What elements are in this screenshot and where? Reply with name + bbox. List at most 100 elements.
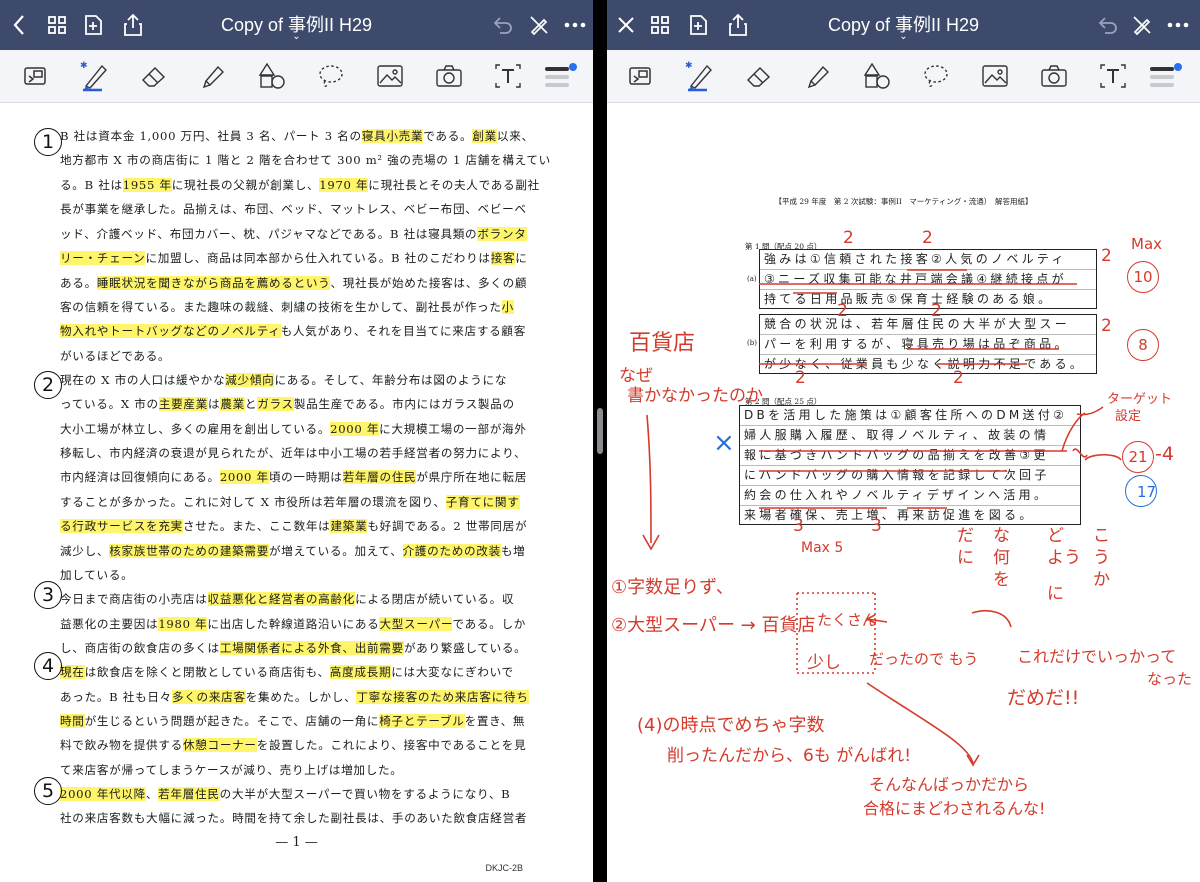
text-run: 客の信頼を得ている。また趣味の裁縫、刺繍の技術を生かして、副社長が作った	[60, 300, 502, 314]
lasso-icon[interactable]	[315, 60, 347, 92]
note-jikan: (4)の時点でめちゃ字数	[637, 715, 825, 736]
document-code: DKJC-2B	[485, 863, 523, 873]
highlighted-text: 農業	[220, 397, 245, 411]
document-page[interactable]: B 社は資本金 1,000 万円、社員 3 名、パート 3 名の寝具小売業である…	[0, 103, 593, 882]
paragraph-marker-1: 1	[34, 128, 62, 156]
note-dattanode: だったので もう	[869, 650, 979, 668]
image-icon[interactable]	[374, 60, 406, 92]
text-run: に出店した幹線道路沿いにある	[207, 617, 380, 631]
answer-line: ③ニーズ収集可能な井戸端会議④継続接点が	[760, 270, 1096, 290]
highlighted-text: 丁寧な接客のため来店客に待ち	[356, 690, 529, 704]
note-natta: なった	[1147, 670, 1193, 688]
note-char: か	[1093, 570, 1110, 590]
answer-line: 強みは①信頼された接客②人気のノベルティ	[760, 250, 1096, 270]
text-box-icon[interactable]	[1097, 60, 1129, 92]
undo-icon[interactable]	[1093, 10, 1123, 40]
highlighted-text: 2000 年	[219, 470, 269, 484]
svg-text:✱: ✱	[80, 61, 88, 71]
text-line: B 社は資本金 1,000 万円、社員 3 名、パート 3 名の寝具小売業である…	[60, 128, 534, 144]
text-run: 今日まで商店街の小売店は	[60, 592, 208, 606]
annotation-toolbar: ✱	[607, 50, 1200, 103]
text-line: る行政サービスを充実させた。また、ここ数年は建築業も好調である。2 世帯同居が	[60, 518, 527, 534]
highlighted-text: 高度成長期	[329, 665, 392, 679]
highlighted-text: 1970 年	[319, 178, 369, 192]
text-run: に現社長とその夫人である副社	[368, 178, 540, 192]
read-mode-icon[interactable]	[20, 60, 52, 92]
answer-line: パーを利用するが、寝具売り場は品ぞ商品。	[760, 335, 1096, 355]
text-run: にある。そして、年齢分布は図のようにな	[274, 373, 508, 387]
note-char: よう	[1047, 548, 1081, 568]
lasso-icon[interactable]	[920, 60, 952, 92]
q1b-answer-grid: 競合の状況は、若年層住民の大半が大型スー パーを利用するが、寝具売り場は品ぞ商品…	[759, 314, 1097, 374]
more-options-icon[interactable]	[560, 10, 590, 40]
highlighter-icon[interactable]	[802, 60, 834, 92]
paragraph-marker-3: 3	[34, 581, 62, 609]
text-run: 社の来店客数も大幅に減った。時間を持て余した副社長は、手のあいた飲食店経営者	[60, 811, 528, 825]
pen-tool-icon[interactable]: ✱	[684, 60, 716, 92]
highlighted-text: 子育てに関す	[445, 495, 520, 509]
note-minus-4: -4	[1155, 443, 1174, 465]
note-department-store: 百貨店	[629, 331, 696, 356]
left-document-pane[interactable]: Copy of 事例II H29 ⌄ ✱ B 社は資本金 1,000 万円、社員…	[0, 0, 593, 882]
q1b-label: (b)	[747, 339, 757, 347]
pen-disable-icon[interactable]	[524, 10, 554, 40]
text-line: 大小工場が林立し、多くの雇用を創出している。2000 年に大規模工場の一部が海外	[60, 421, 527, 437]
text-line: ッド、介護ベッド、布団カバー、枕、パジャマなどである。B 社は寝具類のボランタ	[60, 226, 527, 242]
top-nav-bar: Copy of 事例II H29 ⌄	[607, 0, 1200, 50]
highlighted-text: 椅子とテーブル	[379, 714, 465, 728]
text-run: が増えている。加えて、	[269, 544, 403, 558]
highlighted-text: 1955 年	[122, 178, 172, 192]
answer-line: 婦人服購入履歴、取得ノベルティ、故装の情	[740, 426, 1080, 446]
note-why-not-written: 書かなかったのか	[627, 386, 763, 406]
pen-tool-icon[interactable]: ✱	[79, 60, 111, 92]
text-run: である。しか	[452, 617, 527, 631]
pen-settings-icon[interactable]	[540, 60, 580, 92]
shapes-icon[interactable]	[861, 60, 893, 92]
text-run: の大半が大型スーパーで買い物をするようになり、B	[219, 787, 511, 801]
text-box-icon[interactable]	[492, 60, 524, 92]
more-options-icon[interactable]	[1163, 10, 1193, 40]
eraser-icon[interactable]	[138, 60, 170, 92]
paragraph-marker-5: 5	[34, 777, 62, 805]
max-note: Max	[1131, 235, 1163, 253]
eraser-icon[interactable]	[743, 60, 775, 92]
highlighted-text: 建築業	[330, 519, 368, 533]
split-view-handle[interactable]	[597, 408, 603, 454]
text-line: 移転し、市内経済の衰退が見られたが、近年は中小工場の若手経営者の努力により、	[60, 445, 526, 461]
paragraph-marker-4: 4	[34, 652, 62, 680]
right-document-pane[interactable]: Copy of 事例II H29 ⌄ ✱ 【平成 29 年度 第 2 次試験：事…	[607, 0, 1200, 882]
shapes-icon[interactable]	[256, 60, 288, 92]
answer-line: DBを活用した施策は①顧客住所へのDM送付②	[740, 406, 1080, 426]
camera-icon[interactable]	[1038, 60, 1070, 92]
text-run: 地方都市 X 市の商店街に 1 階と 2 階を合わせて 300 m² 強の売場の…	[60, 153, 551, 167]
text-run: も増	[500, 544, 526, 558]
text-line: 時間が生じるという問題が起きた。そこで、店舗の一角に椅子とテーブルを置き、無	[60, 713, 525, 729]
answer-sheet-page[interactable]: 【平成 29 年度 第 2 次試験：事例II マーケティング・流通） 解答用紙】…	[607, 103, 1200, 882]
max-5-note: Max 5	[801, 540, 844, 556]
note-kezutta: 削ったんだから、6も がんばれ!	[667, 746, 912, 766]
answer-line: 来場者確保、売上増、再来訪促進を図る。	[744, 508, 1035, 522]
read-mode-icon[interactable]	[625, 60, 657, 92]
pen-disable-icon[interactable]	[1127, 10, 1157, 40]
text-run: がいるほどである。	[60, 349, 171, 363]
pen-settings-icon[interactable]	[1145, 60, 1185, 92]
text-run: 益悪化の主要因は	[60, 617, 159, 631]
text-line: る。B 社は1955 年に現社長の父親が創業し、1970 年に現社長とその夫人で…	[60, 177, 540, 193]
text-line: 現在の X 市の人口は緩やかな減少傾向にある。そして、年齢分布は図のようにな	[60, 372, 507, 388]
highlighted-text: 現在	[60, 665, 85, 679]
camera-icon[interactable]	[433, 60, 465, 92]
highlighted-text: 介護のための改装	[402, 544, 501, 558]
answer-line: が少なく、従業員も少なく説明力不足である。	[764, 357, 1086, 371]
text-line: し、商店街の飲食店の多くは工場関係者による外食、出前需要があり繁盛している。	[60, 640, 526, 656]
highlighted-text: 多くの来店客	[171, 690, 246, 704]
cross-mark: ×	[713, 428, 735, 458]
text-line: て来店客が帰ってしまうケースが減り、売り上げは増加した。	[60, 762, 403, 778]
highlighted-text: 1980 年	[158, 617, 208, 631]
note-takusan: たくさん	[817, 611, 878, 629]
highlighted-text: 主要産業	[158, 397, 209, 411]
undo-icon[interactable]	[488, 10, 518, 40]
text-run: て来店客が帰ってしまうケースが減り、売り上げは増加した。	[60, 763, 403, 777]
highlighter-icon[interactable]	[197, 60, 229, 92]
highlighted-text: 若年層住民	[158, 787, 220, 801]
image-icon[interactable]	[979, 60, 1011, 92]
